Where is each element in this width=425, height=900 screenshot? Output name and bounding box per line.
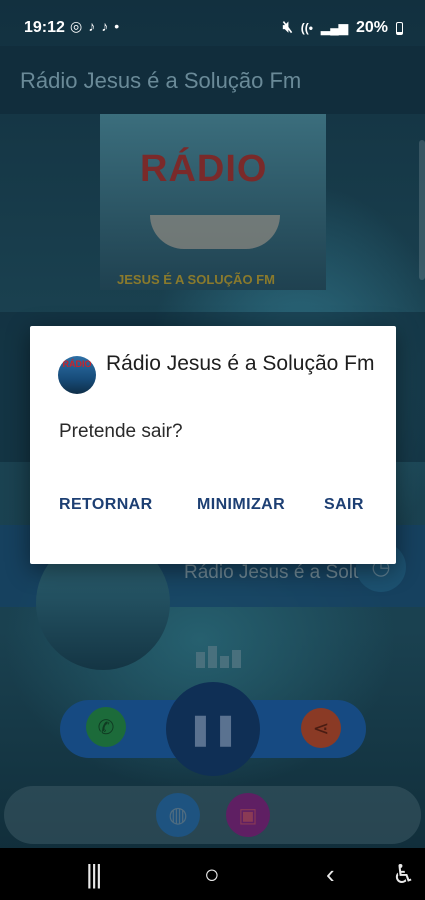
status-time: 19:12 — [24, 19, 65, 36]
status-bar: 19:12 ◎ ♪ ♪ • 🔇︎ ((• ▂▄▆ 20% — [0, 0, 425, 46]
share-icon: ⋖ — [312, 717, 330, 740]
home-button[interactable]: ○ — [204, 859, 220, 890]
system-icons: 🔇︎ ((• ▂▄▆ 20% — [283, 19, 403, 37]
system-nav-bar: ||| ○ ‹ ♿︎ — [0, 848, 425, 900]
artwork-title: RÁDIO — [140, 148, 268, 190]
app-screen: 19:12 ◎ ♪ ♪ • 🔇︎ ((• ▂▄▆ 20% Rádio Jesus… — [0, 0, 425, 900]
website-button[interactable]: ◍ — [156, 793, 200, 837]
mute-icon: 🔇︎ — [282, 19, 293, 36]
now-playing-title: Rádio Jesus é a Solução Fm — [184, 562, 364, 583]
bottom-actions — [4, 786, 421, 844]
scroll-indicator — [419, 140, 425, 280]
tiktok-icon: ♪ — [101, 18, 109, 34]
share-button[interactable]: ⋖ — [301, 708, 341, 748]
accessibility-button[interactable]: ♿︎ — [392, 859, 415, 890]
app-bar: Rádio Jesus é a Solução Fm — [0, 46, 425, 114]
pause-button[interactable]: ❚❚ — [166, 682, 260, 776]
app-icon: RÁDIO — [58, 356, 96, 394]
exit-button[interactable]: SAIR — [324, 496, 364, 514]
notification-icons: ◎ ♪ ♪ • — [70, 18, 119, 35]
tv-button[interactable]: ▣ — [226, 793, 270, 837]
app-icon-label: RÁDIO — [62, 359, 92, 369]
wifi-icon: ((• — [300, 21, 313, 35]
exit-dialog: RÁDIO Rádio Jesus é a Solução Fm Pretend… — [30, 326, 396, 564]
battery-icon — [396, 21, 403, 35]
tiktok-icon: ♪ — [88, 18, 96, 34]
dot-icon: • — [114, 18, 120, 34]
return-button[interactable]: RETORNAR — [59, 496, 153, 514]
tv-icon: ▣ — [238, 804, 258, 827]
whatsapp-icon: ◎ — [70, 18, 83, 34]
app-title: Rádio Jesus é a Solução Fm — [20, 68, 302, 93]
whatsapp-icon: ✆ — [97, 716, 115, 739]
globe-icon: ◍ — [168, 802, 188, 827]
minimize-button[interactable]: MINIMIZAR — [197, 496, 285, 514]
artwork-subtitle: JESUS É A SOLUÇÃO FM — [117, 272, 275, 287]
signal-icon: ▂▄▆ — [321, 21, 348, 35]
recent-apps-button[interactable]: ||| — [86, 859, 102, 890]
dialog-message: Pretende sair? — [59, 421, 183, 442]
pause-icon: ❚❚ — [187, 712, 239, 746]
whatsapp-button[interactable]: ✆ — [86, 707, 126, 747]
dialog-title: Rádio Jesus é a Solução Fm — [106, 352, 375, 375]
bible-artwork — [150, 215, 280, 249]
battery-label: 20% — [355, 19, 388, 36]
equalizer-icon — [196, 646, 241, 668]
station-artwork — [100, 114, 326, 290]
back-button[interactable]: ‹ — [326, 859, 335, 890]
